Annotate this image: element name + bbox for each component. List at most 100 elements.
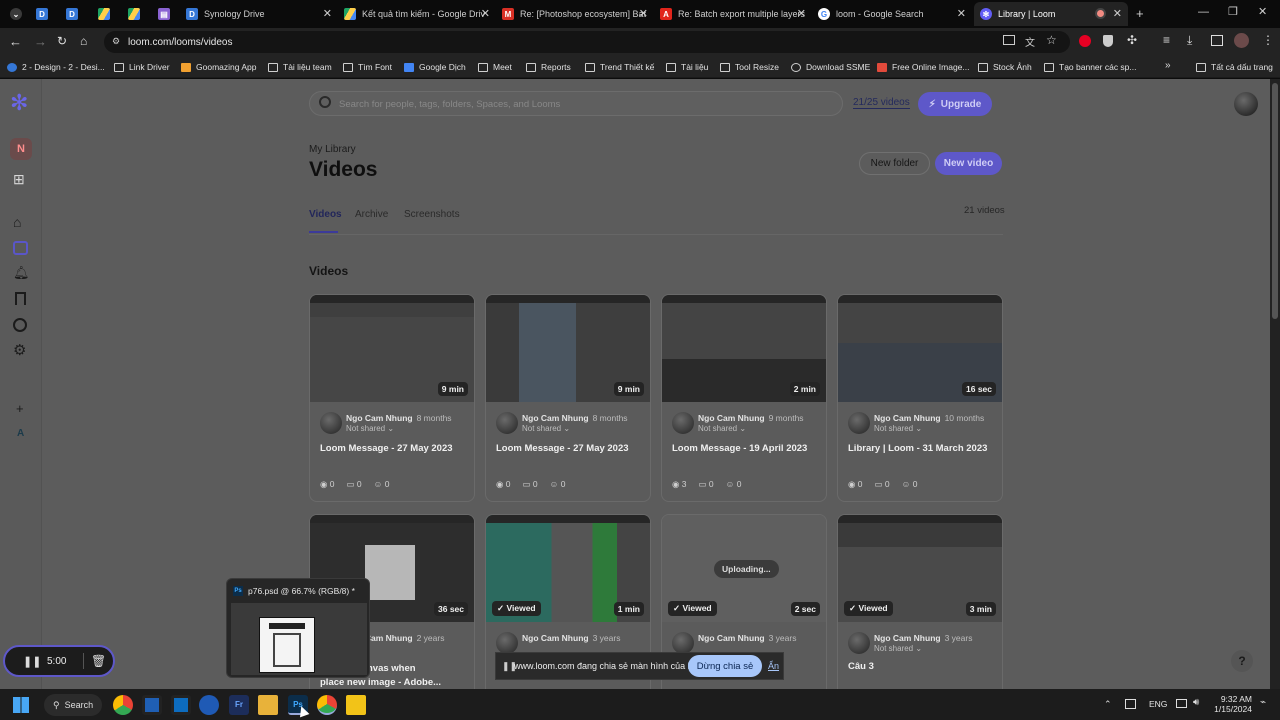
video-title[interactable]: Loom Message - 27 May 2023	[496, 443, 629, 454]
close-icon[interactable]: ✕	[1113, 7, 1122, 20]
tab-search-button[interactable]: ⌄	[4, 2, 26, 26]
search-input[interactable]: Search for people, tags, folders, Spaces…	[309, 91, 843, 116]
breadcrumb[interactable]: My Library	[309, 144, 356, 155]
edge-icon[interactable]	[199, 695, 219, 715]
close-icon[interactable]: ✕	[481, 7, 490, 20]
close-icon[interactable]: ✕	[323, 7, 332, 20]
video-card[interactable]: 9 min Ngo Cam Nhung 8 months Not shared ⌄…	[485, 294, 651, 502]
figma-ui-icon[interactable]: Fr	[229, 695, 249, 715]
video-thumbnail[interactable]: 16 sec	[838, 295, 1002, 402]
bookmark-item[interactable]: Stock Ảnh	[978, 60, 1032, 74]
video-thumbnail[interactable]: 9 min	[486, 295, 650, 402]
bookmark-item[interactable]: Tài liệu team	[268, 60, 332, 74]
workspace-b[interactable]: A	[17, 428, 24, 439]
help-button[interactable]: ?	[1231, 650, 1253, 672]
share-status[interactable]: Not shared ⌄	[346, 424, 394, 433]
tab-notion[interactable]: ▤	[152, 2, 180, 26]
bookmark-item[interactable]: Link Driver	[114, 60, 170, 74]
settings-icon[interactable]: ⚙	[13, 341, 26, 359]
add-workspace-icon[interactable]: +	[16, 401, 24, 416]
extensions-icon[interactable]: ✣	[1127, 33, 1137, 47]
tab-library-loom[interactable]: ✻ Library | Loom ✕	[974, 2, 1128, 26]
store-icon[interactable]	[171, 695, 191, 715]
bookmark-item[interactable]: Google Dịch	[404, 60, 466, 74]
download-icon[interactable]: ⤓	[1187, 33, 1192, 48]
tab-gdrive-1[interactable]	[92, 2, 120, 26]
tab-synology-2[interactable]: D	[60, 2, 88, 26]
bookmark-item[interactable]: Download SSME	[791, 60, 870, 74]
tab-archive[interactable]: Archive	[355, 209, 388, 220]
home-icon[interactable]: ⌂	[13, 214, 21, 230]
trash-icon[interactable]: 🗑︎	[91, 654, 106, 668]
bookmarks-overflow-icon[interactable]: »	[1165, 60, 1171, 71]
share-status[interactable]: Not shared ⌄	[874, 644, 922, 653]
tab-google-search[interactable]: Gloom - Google Search ✕	[812, 2, 972, 26]
close-window-icon[interactable]: ✕	[1258, 5, 1267, 18]
tab-google-drive-search[interactable]: Kết quả tìm kiếm - Google Driv ✕	[338, 2, 496, 26]
tray-app-icon[interactable]	[1125, 699, 1136, 709]
home-icon[interactable]: ⌂	[80, 34, 87, 48]
forward-icon[interactable]: →	[34, 34, 47, 49]
taskbar-search[interactable]: ⚲ Search	[44, 694, 102, 716]
history-icon[interactable]	[13, 318, 27, 332]
chrome-active-icon[interactable]	[317, 695, 337, 715]
bookmark-item[interactable]: Meet	[478, 60, 512, 74]
photoshop-preview[interactable]: Ps p76.psd @ 66.7% (RGB/8) *	[226, 578, 370, 678]
close-icon[interactable]: ✕	[797, 7, 806, 20]
bookmark-item[interactable]: Tool Resize	[720, 60, 779, 74]
tab-gdrive-2[interactable]	[122, 2, 150, 26]
bookmark-star-icon[interactable]: ☆	[1046, 33, 1057, 47]
url-field[interactable]: ⚙ loom.com/looms/videos	[104, 31, 1070, 53]
close-icon[interactable]: ✕	[957, 7, 966, 20]
tab-synology-1[interactable]: D	[30, 2, 58, 26]
bookmark-item[interactable]: Reports	[526, 60, 571, 74]
close-icon[interactable]: ✕	[639, 7, 648, 20]
video-title[interactable]: Library | Loom - 31 March 2023	[848, 443, 987, 454]
video-thumbnail[interactable]: ✓ Viewed 1 min	[486, 515, 650, 622]
upgrade-button[interactable]: ⚡︎ Upgrade	[918, 92, 992, 116]
media-icon[interactable]: ≡	[1163, 33, 1170, 47]
scrollbar[interactable]	[1270, 79, 1280, 689]
back-icon[interactable]: ←	[9, 34, 22, 49]
hide-link[interactable]: Ẩn	[768, 661, 779, 671]
library-icon[interactable]	[13, 241, 28, 255]
pause-icon[interactable]: ❚❚	[23, 655, 41, 668]
clock[interactable]: 9:32 AM 1/15/2024	[1208, 694, 1252, 714]
bookmark-item[interactable]: Free Online Image...	[877, 60, 969, 74]
share-status[interactable]: Not shared ⌄	[522, 424, 570, 433]
volume-icon[interactable]: 🔊︎	[1193, 697, 1199, 708]
user-avatar[interactable]	[1234, 92, 1258, 116]
video-thumbnail[interactable]: 9 min	[310, 295, 474, 402]
language-indicator[interactable]: ENG	[1149, 699, 1167, 709]
translate-icon[interactable]: 文	[1025, 34, 1035, 49]
share-status[interactable]: Not shared ⌄	[874, 424, 922, 433]
tab-screenshots[interactable]: Screenshots	[404, 209, 460, 220]
minimize-icon[interactable]: —	[1198, 6, 1209, 18]
video-title[interactable]: Loom Message - 19 April 2023	[672, 443, 807, 454]
tab-adobe[interactable]: A Re: Batch export multiple layers ✕	[654, 2, 812, 26]
file-explorer-icon[interactable]	[258, 695, 278, 715]
loom-logo[interactable]: ✻	[10, 92, 28, 114]
app-icon[interactable]	[142, 695, 162, 715]
bookmark-item[interactable]: 2 - Design - 2 - Desi...	[7, 60, 105, 74]
bookmark-item[interactable]: Trend Thiết kế	[585, 60, 654, 74]
bookmark-item[interactable]: Tạo banner các sp...	[1044, 60, 1137, 74]
video-thumbnail[interactable]: ✓ Viewed 3 min	[838, 515, 1002, 622]
bookmark-item[interactable]: Goomazing App	[181, 60, 256, 74]
tab-gmail[interactable]: M Re: [Photoshop ecosystem] Bat ✕	[496, 2, 654, 26]
tab-videos[interactable]: Videos	[309, 209, 342, 220]
video-card[interactable]: 16 sec Ngo Cam Nhung 10 months Not shared…	[837, 294, 1003, 502]
bookmark-item[interactable]: Tất cả dấu trang	[1196, 60, 1273, 74]
bookmark-icon[interactable]	[15, 292, 26, 305]
chrome-icon[interactable]	[113, 695, 133, 715]
cast-icon[interactable]	[1003, 35, 1015, 45]
video-quota[interactable]: 21/25 videos	[853, 97, 910, 109]
network-icon[interactable]	[1176, 699, 1187, 708]
video-title[interactable]: Câu 3	[848, 661, 874, 672]
new-folder-button[interactable]: New folder	[859, 152, 930, 175]
new-video-button[interactable]: New video	[935, 152, 1002, 175]
workspace-avatar[interactable]: N	[10, 138, 32, 160]
video-card[interactable]: 9 min Ngo Cam Nhung 8 months Not shared ⌄…	[309, 294, 475, 502]
bookmark-item[interactable]: Tìm Font	[343, 60, 392, 74]
stop-sharing-button[interactable]: Dừng chia sẻ	[688, 655, 762, 677]
